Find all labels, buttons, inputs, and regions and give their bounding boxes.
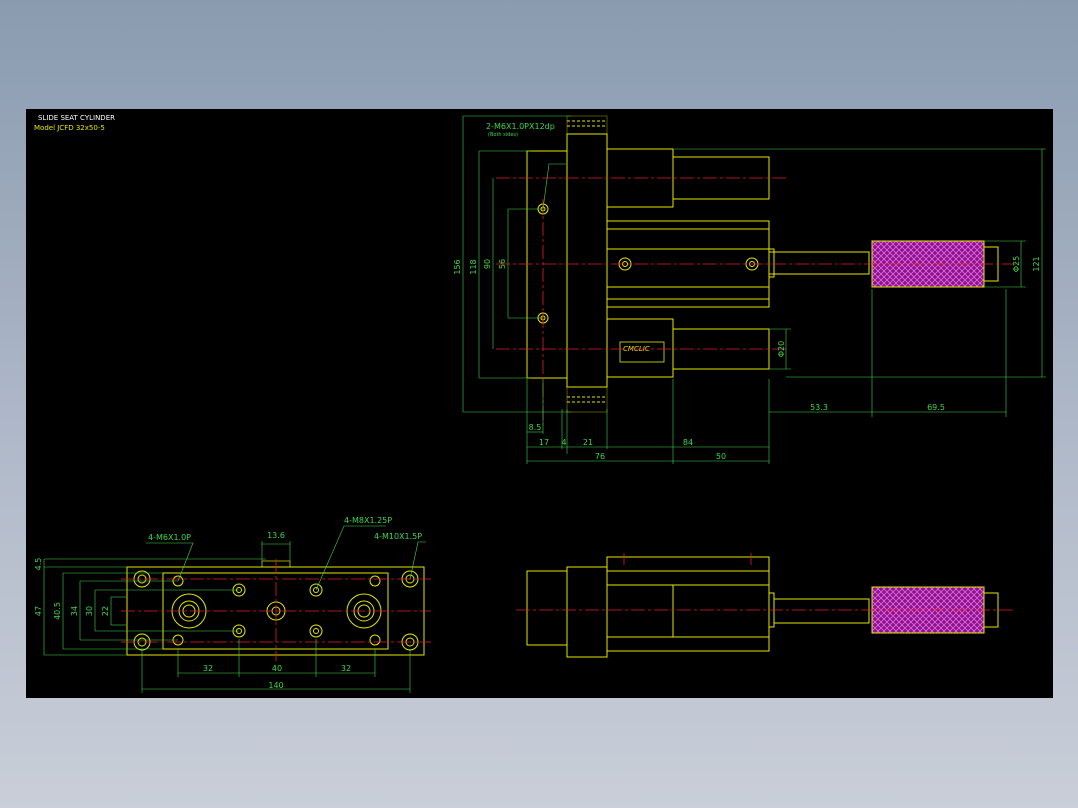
dim-69-5: 69.5: [927, 403, 945, 412]
dim-32-right: 32: [341, 664, 351, 673]
dim-4: 4: [561, 438, 566, 447]
m6-hole: [369, 634, 381, 646]
end-plate: [526, 150, 568, 379]
dim-34: 34: [70, 606, 79, 616]
drawing-title: SLIDE SEAT CYLINDER: [38, 114, 115, 122]
callout-both-sides: (Both sides): [488, 132, 518, 138]
cad-drawing-sheet: SLIDE SEAT CYLINDER Model JCFD 32x50-5 C…: [26, 109, 1053, 698]
model-number: Model JCFD 32x50-5: [34, 124, 105, 132]
dimensions-top: [462, 115, 1046, 464]
dim-phi20: Φ20: [777, 341, 786, 357]
dim-30: 30: [85, 606, 94, 616]
dim-76: 76: [595, 452, 605, 461]
dim-47: 47: [34, 606, 43, 616]
side-flange: [566, 566, 608, 658]
dim-13-6: 13.6: [267, 531, 285, 540]
dim-156: 156: [453, 259, 462, 274]
dim-32-left: 32: [203, 664, 213, 673]
dim-90: 90: [483, 259, 492, 269]
dim-phi25: Φ25: [1012, 256, 1021, 272]
dim-121: 121: [1032, 256, 1041, 271]
centerlines-bottom: [121, 559, 431, 661]
cad-drawing: SLIDE SEAT CYLINDER Model JCFD 32x50-5 C…: [34, 114, 1046, 693]
dim-140: 140: [268, 681, 283, 690]
side-piston-rod: [773, 598, 870, 624]
dim-53-3: 53.3: [810, 403, 828, 412]
side-end-plate: [526, 570, 568, 646]
dim-118: 118: [469, 259, 478, 274]
dim-50: 50: [716, 452, 726, 461]
m6-hole: [369, 575, 381, 587]
dim-17: 17: [539, 438, 549, 447]
callout-m6: 4-M6X1.0P: [148, 533, 191, 542]
side-view: [526, 556, 999, 658]
dim-21: 21: [583, 438, 593, 447]
dim-40-5: 40.5: [53, 602, 62, 620]
dim-84: 84: [683, 438, 693, 447]
callout-m8: 4-M8X1.25P: [344, 516, 392, 525]
dim-22: 22: [101, 606, 110, 616]
callout-m10: 4-M10X1.5P: [374, 532, 422, 541]
dim-40: 40: [272, 664, 282, 673]
m8-hole: [309, 624, 323, 638]
bottom-view: [126, 560, 425, 656]
dim-8-5: 8.5: [529, 423, 542, 432]
piston-rod: [768, 251, 870, 275]
centerlines-top: [496, 177, 1016, 429]
dim-56: 56: [498, 259, 507, 269]
callout-m6-top: 2-M6X1.0PX12dp: [486, 122, 555, 131]
dim-4-5: 4.5: [34, 558, 43, 571]
